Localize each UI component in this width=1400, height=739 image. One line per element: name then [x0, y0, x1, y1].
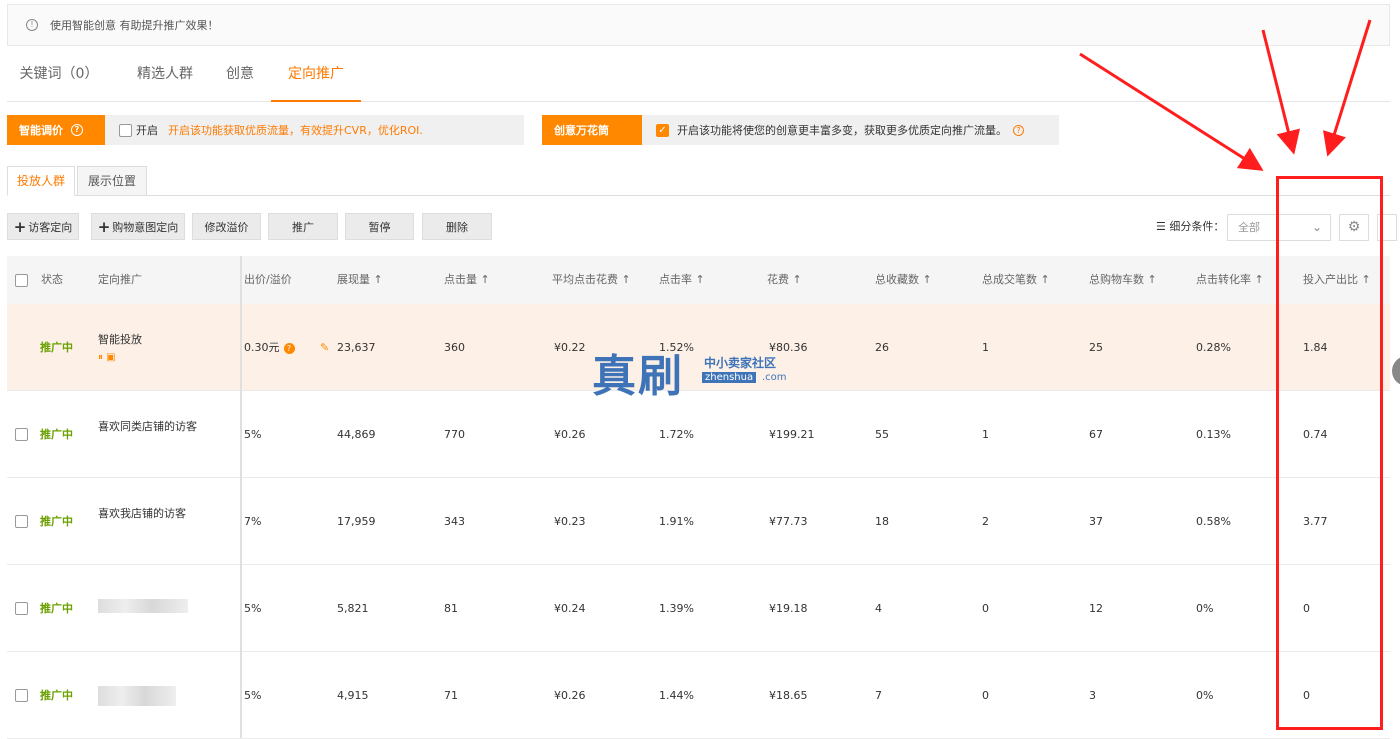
arrow-2 [1261, 29, 1301, 155]
arrow-3 [1323, 19, 1372, 157]
annotation-arrows [1079, 19, 1372, 171]
arrow-1 [1079, 52, 1264, 171]
